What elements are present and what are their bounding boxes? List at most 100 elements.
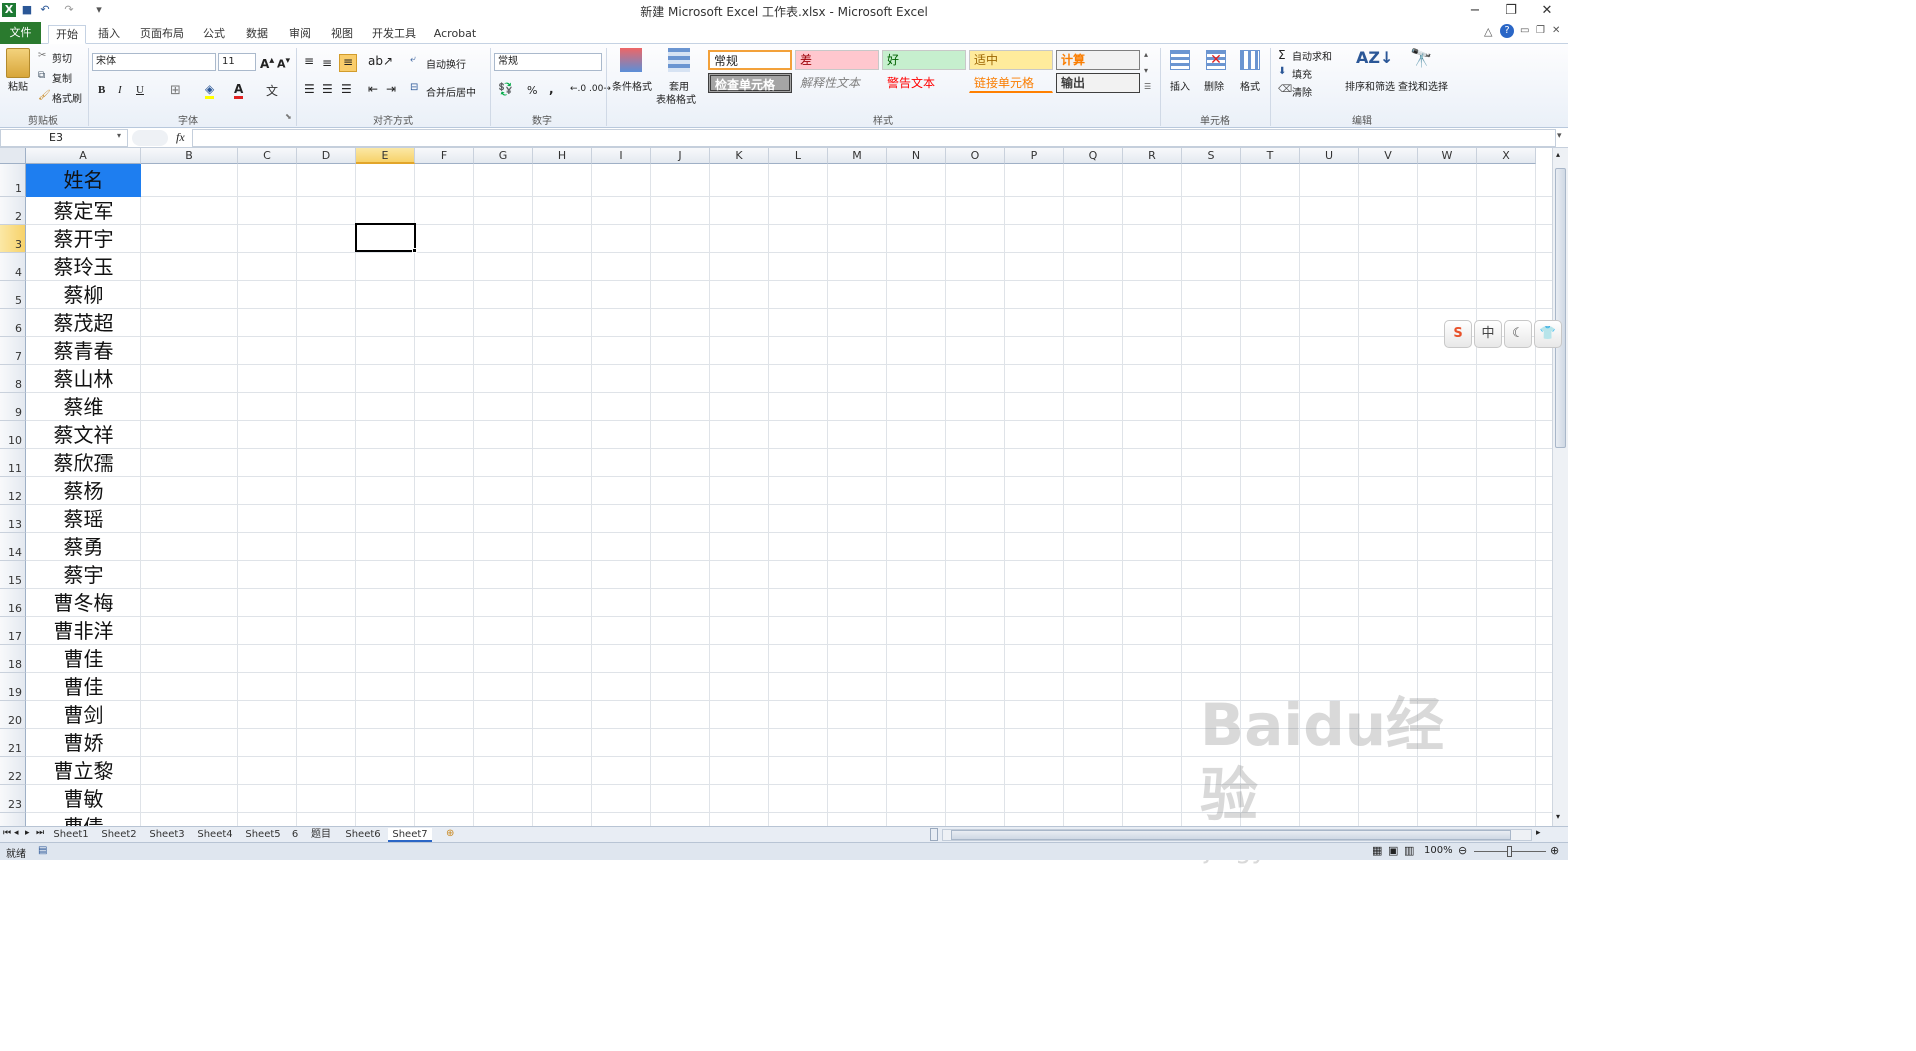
zoom-out-icon[interactable]: ⊖ [1458,844,1467,857]
row-header-3[interactable]: 3 [0,225,26,253]
fill-handle[interactable] [412,248,417,253]
delete-cells-button[interactable]: 删除 [1204,78,1224,93]
cell-a12[interactable]: 蔡杨 [26,477,141,505]
sheet-tab-6[interactable]: 6 [288,828,302,842]
row-header-18[interactable]: 18 [0,645,26,673]
help-icon[interactable]: ? [1500,24,1514,38]
align-center-icon[interactable]: ☰ [322,82,333,96]
row-header-11[interactable]: 11 [0,449,26,477]
style-good[interactable]: 好 [882,50,966,70]
format-as-table-label2[interactable]: 表格格式 [656,91,696,106]
row-header-15[interactable]: 15 [0,561,26,589]
clear-button[interactable]: 清除 [1292,84,1312,99]
align-middle-icon[interactable]: ≡ [322,56,332,70]
border-icon[interactable]: ⊞ [170,83,181,98]
cell-a6[interactable]: 蔡茂超 [26,309,141,337]
zoom-slider-thumb[interactable] [1507,846,1512,857]
currency-icon[interactable]: 💱 [498,82,513,96]
comma-button[interactable]: , [549,82,554,96]
row-header-12[interactable]: 12 [0,477,26,505]
tab-formulas[interactable]: 公式 [198,25,230,44]
row-header-21[interactable]: 21 [0,729,26,757]
underline-button[interactable]: U [136,84,144,96]
cell-a17[interactable]: 曹非洋 [26,617,141,645]
row-header-16[interactable]: 16 [0,589,26,617]
delete-cells-icon[interactable]: ✕ [1206,50,1226,70]
ime-punctuation-icon[interactable]: ☾ [1504,320,1532,348]
close-button[interactable]: ✕ [1532,2,1562,20]
styles-scroll-down-icon[interactable]: ▾ [1144,66,1148,75]
tab-developer[interactable]: 开发工具 [368,25,420,44]
doc-minimize-icon[interactable]: ▭ [1520,25,1529,36]
normal-view-icon[interactable]: ▦ [1372,844,1382,857]
paste-icon[interactable] [6,48,30,78]
scroll-right-icon[interactable]: ▸ [1536,828,1541,838]
style-neutral[interactable]: 适中 [969,50,1053,70]
tab-acrobat[interactable]: Acrobat [432,25,478,44]
row-header-24[interactable]: 24 [0,813,26,826]
page-break-view-icon[interactable]: ▥ [1404,844,1414,857]
cell-a2[interactable]: 蔡定军 [26,197,141,225]
sheet-tab-7[interactable]: 题目 [304,828,338,842]
autosum-button[interactable]: 自动求和 [1292,48,1332,63]
page-layout-view-icon[interactable]: ▣ [1388,844,1398,857]
zoom-in-icon[interactable]: ⊕ [1550,844,1559,857]
row-header-17[interactable]: 17 [0,617,26,645]
styles-scroll-up-icon[interactable]: ▴ [1144,50,1148,59]
column-header-q[interactable]: Q [1064,148,1123,164]
column-header-s[interactable]: S [1182,148,1241,164]
column-header-d[interactable]: D [297,148,356,164]
styles-more-icon[interactable]: ☰ [1144,82,1151,91]
column-header-o[interactable]: O [946,148,1005,164]
style-explanatory[interactable]: 解释性文本 [795,73,879,93]
cell-a19[interactable]: 曹佳 [26,673,141,701]
scroll-up-icon[interactable]: ▴ [1556,150,1560,159]
column-header-w[interactable]: W [1418,148,1477,164]
row-header-13[interactable]: 13 [0,505,26,533]
style-check-cell[interactable]: 检查单元格 [708,73,792,93]
column-header-h[interactable]: H [533,148,592,164]
prev-sheet-icon[interactable]: ◂ [14,828,19,838]
cell-a5[interactable]: 蔡柳 [26,281,141,309]
next-sheet-icon[interactable]: ▸ [25,828,30,838]
tab-page-layout[interactable]: 页面布局 [136,25,188,44]
column-header-j[interactable]: J [651,148,710,164]
column-header-a[interactable]: A [26,148,141,164]
align-left-icon[interactable]: ☰ [304,82,315,96]
style-warning[interactable]: 警告文本 [882,73,966,93]
column-header-c[interactable]: C [238,148,297,164]
vertical-scrollbar[interactable]: ▴ ▾ [1552,148,1568,826]
font-name-select[interactable]: 宋体 [92,53,216,71]
increase-indent-icon[interactable]: ⇥ [386,82,396,96]
style-linked-cell[interactable]: 链接单元格 [969,73,1053,93]
scroll-down-icon[interactable]: ▾ [1556,812,1560,821]
row-header-10[interactable]: 10 [0,421,26,449]
sort-filter-icon[interactable]: AZ↓ [1356,48,1393,67]
name-box-dropdown-icon[interactable]: ▾ [117,131,121,140]
tab-review[interactable]: 审阅 [284,25,316,44]
expand-formula-icon[interactable]: ▾ [1557,131,1562,141]
dialog-launcher-icon[interactable]: ⬊ [285,112,292,121]
tab-file[interactable]: 文件 [0,22,41,44]
insert-sheet-icon[interactable]: ⊕ [446,828,454,839]
formula-input[interactable] [192,129,1556,147]
conditional-format-button[interactable]: 条件格式 [612,78,652,93]
format-painter-button[interactable]: 格式刷 [52,90,82,105]
cell-a18[interactable]: 曹佳 [26,645,141,673]
cell-a3[interactable]: 蔡开宇 [26,225,141,253]
cell-a11[interactable]: 蔡欣孺 [26,449,141,477]
sheet-tab-4[interactable]: Sheet4 [192,828,238,842]
format-cells-button[interactable]: 格式 [1240,78,1260,93]
tab-view[interactable]: 视图 [326,25,358,44]
find-select-icon[interactable]: 🔭 [1410,48,1432,69]
style-bad[interactable]: 差 [795,50,879,70]
minimize-button[interactable]: − [1460,2,1490,20]
tab-home[interactable]: 开始 [48,25,86,44]
grow-font-icon[interactable]: A▴ [260,55,274,71]
cell-a22[interactable]: 曹立黎 [26,757,141,785]
column-header-v[interactable]: V [1359,148,1418,164]
copy-button[interactable]: 复制 [52,70,72,85]
merge-center-button[interactable]: 合并后居中 [426,84,476,99]
row-header-8[interactable]: 8 [0,365,26,393]
fill-color-icon[interactable]: ◈ [205,82,215,99]
